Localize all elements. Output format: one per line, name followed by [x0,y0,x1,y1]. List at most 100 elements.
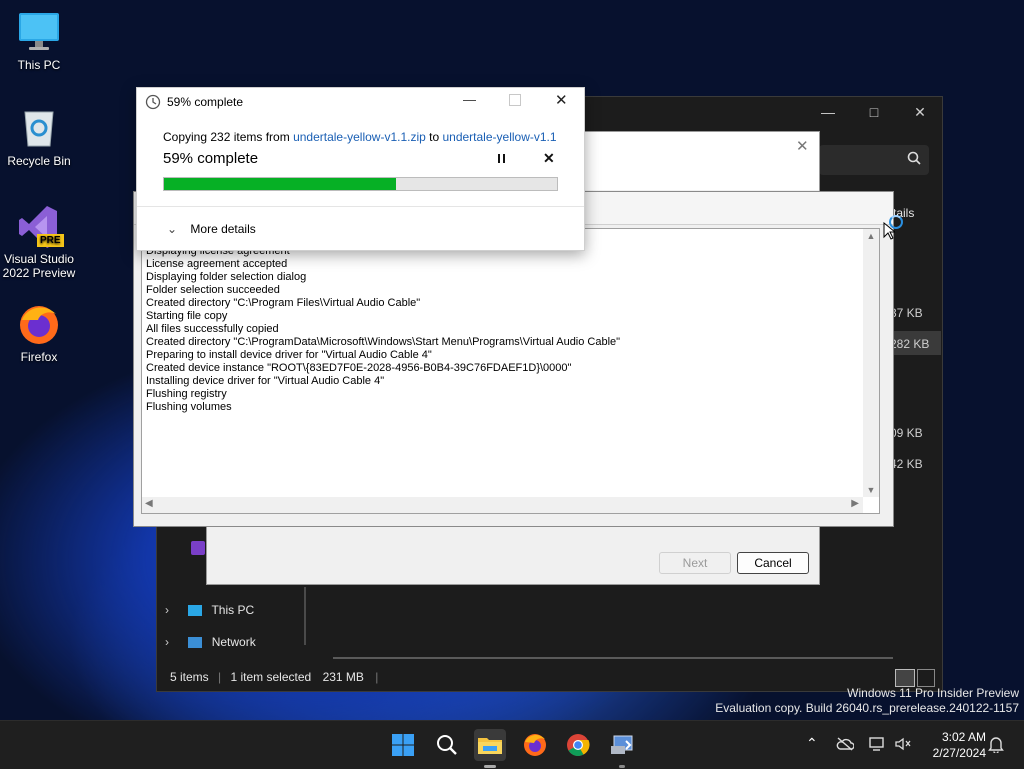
desktop-icon-label: 2022 Preview [2,266,76,280]
clock[interactable]: 3:02 AM 2/27/2024 [922,729,986,761]
status-item-count: 5 items [170,670,209,684]
cancel-copy-button[interactable]: ✕ [543,150,555,167]
firefox-icon[interactable] [519,729,551,761]
desktop-icon-visual-studio[interactable]: PRE Visual Studio 2022 Preview [1,204,77,280]
pause-button[interactable] [497,154,507,164]
to-word: to [425,130,443,144]
maximize-button[interactable]: □ [851,97,897,127]
search-icon[interactable] [431,729,463,761]
taskbar: ⌃ 3:02 AM 2/27/2024 [0,720,1024,769]
chevron-right-icon: › [165,635,169,649]
log-line: Flushing registry [146,388,227,400]
minimize-button[interactable]: — [805,97,851,127]
log-line: Created directory "C:\Program Files\Virt… [146,297,421,309]
more-details-label: More details [190,222,256,236]
windows-watermark: Windows 11 Pro Insider Preview Evaluatio… [715,686,1019,716]
copying-description: Copying 232 items from undertale-yellow-… [163,130,557,144]
close-button[interactable]: ✕ [897,97,943,127]
tiles-view-button[interactable] [917,669,935,687]
copying-prefix: Copying 232 items from [163,130,294,144]
source-link[interactable]: undertale-yellow-v1.1.zip [293,130,426,144]
size-cell: 42 KB [890,457,923,471]
clock-time: 3:02 AM [941,730,986,744]
details-view-button[interactable] [895,669,915,687]
chevron-up-icon[interactable]: ⌃ [806,735,818,752]
dialog-divider [137,206,584,207]
windows-start-icon[interactable] [387,729,419,761]
visual-studio-icon: PRE [17,204,64,248]
log-line: Preparing to install device driver for "… [146,349,432,361]
volume-muted-icon[interactable] [894,736,912,755]
more-details-toggle[interactable]: ⌄ More details [167,222,256,236]
installer-app-icon[interactable] [606,729,638,768]
nav-item-label: Network [211,635,256,649]
log-line: All files successfully copied [146,323,279,335]
size-cell: 09 KB [890,426,923,440]
desktop-icon-label: Recycle Bin [7,154,71,168]
log-line: Starting file copy [146,310,228,322]
desktop-icon-this-pc[interactable]: This PC [1,10,77,72]
destination-link[interactable]: undertale-yellow-v1.1 [442,130,556,144]
nav-item-label: This PC [211,603,255,617]
file-explorer-icon[interactable] [474,729,506,768]
status-bar: 5 items | 1 item selected 231 MB | [170,670,379,684]
chrome-icon[interactable] [562,729,594,761]
log-line: Folder selection succeeded [146,284,280,296]
clock-date: 2/27/2024 [932,746,986,760]
scroll-down-arrow[interactable]: ▼ [863,485,879,495]
close-button[interactable]: ✕ [555,91,568,109]
cancel-button[interactable]: Cancel [737,552,809,574]
log-textbox[interactable]: Displaying license agreement License agre… [141,228,880,514]
log-line: Flushing volumes [146,401,232,413]
horizontal-scrollbar[interactable]: ◀ ▶ [142,497,863,513]
desktop-icon-label: Firefox [20,350,58,364]
log-line: Installing device driver for "Virtual Au… [146,375,385,387]
clock-icon [145,94,161,113]
watermark-line: Evaluation copy. Build 26040.rs_prerelea… [715,701,1019,715]
scroll-left-arrow[interactable]: ◀ [145,498,153,509]
size-cell: 37 KB [890,306,923,320]
chevron-right-icon: › [165,603,169,617]
log-line: Displaying folder selection dialog [146,271,307,283]
scroll-right-arrow[interactable]: ▶ [851,498,859,509]
onedrive-cloud-icon[interactable] [836,737,855,754]
vertical-scrollbar[interactable]: ▲ ▼ [863,229,879,497]
pre-badge: PRE [37,234,64,247]
status-selected: 1 item selected [230,670,312,684]
progress-bar [163,177,558,191]
desktop-icon-recycle-bin[interactable]: Recycle Bin [1,106,77,168]
desktop-icon-label: Visual Studio [4,252,74,266]
network-icon [188,637,203,649]
log-lines: Displaying license agreement License agre… [146,245,620,414]
scroll-up-arrow[interactable]: ▲ [863,231,879,241]
next-button[interactable]: Next [659,552,731,574]
minimize-button[interactable]: — [463,92,476,107]
progress-fill [164,178,396,190]
dialog-title: 59% complete [167,95,244,109]
firefox-icon [17,302,61,346]
chevron-down-icon: ⌄ [167,222,178,236]
search-icon [907,151,921,168]
copy-progress-dialog: 59% complete — ✕ Copying 232 items from … [136,87,585,251]
status-size: 231 MB [322,670,364,684]
nav-item-this-pc[interactable]: › This PC [165,603,254,623]
desktop-icon-label: This PC [17,58,61,72]
network-status-icon[interactable] [868,736,886,755]
horizontal-scrollbar[interactable] [333,657,893,659]
maximize-button [509,94,521,106]
log-line: License agreement accepted [146,258,288,270]
busy-spinner-icon [889,215,903,229]
notification-bell-icon[interactable] [988,735,1004,756]
nav-item-network[interactable]: › Network [165,635,256,655]
recycle-bin-icon [17,106,61,150]
monitor-icon [188,605,203,617]
search-box[interactable] [819,145,929,175]
percent-complete-label: 59% complete [163,150,259,167]
desktop-icon-firefox[interactable]: Firefox [1,302,77,364]
close-icon[interactable]: ✕ [796,137,809,155]
size-cell: 282 KB [890,337,930,351]
monitor-icon [17,10,61,54]
log-line: Created directory "C:\ProgramData\Micros… [146,336,621,348]
pane-divider[interactable] [304,587,306,645]
log-line: Created device instance "ROOT\{83ED7F0E-… [146,362,572,374]
